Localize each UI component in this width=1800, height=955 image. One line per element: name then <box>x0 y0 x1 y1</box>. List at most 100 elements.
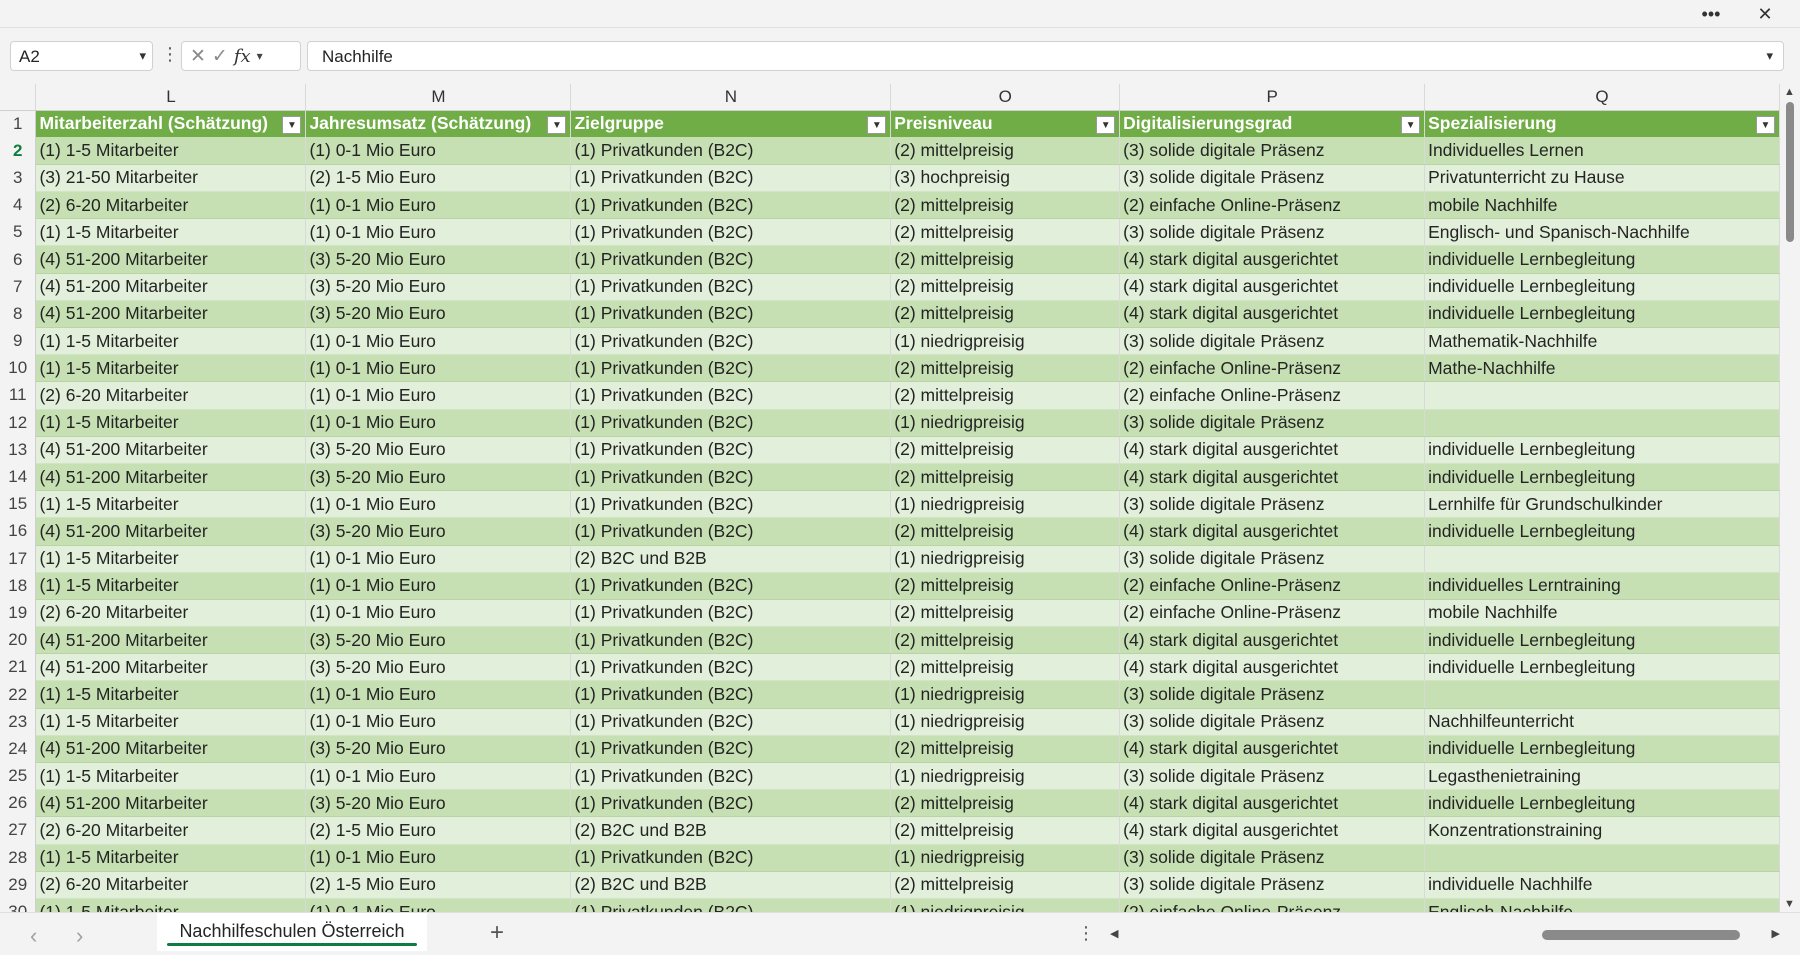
vertical-dots-icon[interactable]: ⋮ <box>1077 923 1095 944</box>
table-cell[interactable]: (3) solide digitale Präsenz <box>1119 137 1426 165</box>
table-cell[interactable]: (2) mittelpreisig <box>890 273 1121 301</box>
column-title-cell[interactable]: Preisniveau ▼ <box>890 110 1121 138</box>
table-cell[interactable]: (1) Privatkunden (B2C) <box>570 680 892 709</box>
table-cell[interactable]: (2) einfache Online-Präsenz <box>1119 354 1426 383</box>
row-number[interactable]: 26 <box>0 789 37 817</box>
table-cell[interactable]: (1) niedrigpreisig <box>890 762 1121 791</box>
close-icon[interactable]: ✕ <box>1745 0 1785 28</box>
column-title-cell[interactable]: Mitarbeiterzahl (Schätzung) ▼ <box>35 110 307 138</box>
table-cell[interactable]: (1) 0-1 Mio Euro <box>305 490 572 519</box>
formula-input[interactable]: Nachhilfe ▾ <box>307 41 1784 71</box>
table-cell[interactable]: (2) 6-20 Mitarbeiter <box>35 381 307 410</box>
table-cell[interactable]: (3) 5-20 Mio Euro <box>305 517 572 546</box>
row-number[interactable]: 15 <box>0 490 37 518</box>
row-number[interactable]: 30 <box>0 898 37 912</box>
row-number[interactable]: 8 <box>0 300 37 328</box>
row-number[interactable]: 17 <box>0 545 37 573</box>
table-cell[interactable]: (2) mittelpreisig <box>890 871 1121 899</box>
row-number[interactable]: 9 <box>0 327 37 355</box>
table-cell[interactable]: (1) 0-1 Mio Euro <box>305 327 572 356</box>
table-cell[interactable]: (4) 51-200 Mitarbeiter <box>35 789 307 818</box>
filter-dropdown-icon[interactable]: ▼ <box>867 115 887 134</box>
table-cell[interactable]: Privatunterricht zu Hause <box>1424 164 1780 193</box>
table-cell[interactable]: (2) einfache Online-Präsenz <box>1119 599 1426 628</box>
row-number[interactable]: 2 <box>0 137 37 165</box>
row-number[interactable]: 10 <box>0 354 37 382</box>
table-cell[interactable]: (1) Privatkunden (B2C) <box>570 708 892 736</box>
table-cell[interactable]: (3) solide digitale Präsenz <box>1119 218 1426 247</box>
sheet-tab-active[interactable]: Nachhilfeschulen Österreich <box>157 913 427 951</box>
table-cell[interactable]: individuelle Lernbegleitung <box>1424 653 1780 682</box>
table-cell[interactable]: (1) Privatkunden (B2C) <box>570 381 892 410</box>
table-cell[interactable]: (1) Privatkunden (B2C) <box>570 327 892 356</box>
table-cell[interactable]: (1) 1-5 Mitarbeiter <box>35 762 307 791</box>
table-cell[interactable]: (1) Privatkunden (B2C) <box>570 164 892 193</box>
table-cell[interactable]: (2) mittelpreisig <box>890 354 1121 383</box>
table-cell[interactable]: (1) 0-1 Mio Euro <box>305 545 572 573</box>
row-number[interactable]: 1 <box>0 110 37 138</box>
filter-dropdown-icon[interactable]: ▼ <box>1401 115 1421 134</box>
table-cell[interactable]: (3) 5-20 Mio Euro <box>305 436 572 464</box>
insert-function-icon[interactable]: fx <box>234 46 251 67</box>
table-cell[interactable] <box>1424 844 1780 872</box>
next-sheet-icon[interactable]: › <box>76 923 83 949</box>
more-options-icon[interactable]: ••• <box>1691 0 1731 28</box>
table-cell[interactable]: (2) B2C und B2B <box>570 816 892 845</box>
table-cell[interactable]: (4) 51-200 Mitarbeiter <box>35 300 307 329</box>
table-cell[interactable]: (2) 6-20 Mitarbeiter <box>35 816 307 845</box>
table-cell[interactable]: Individuelles Lernen <box>1424 137 1780 165</box>
table-cell[interactable]: (4) stark digital ausgerichtet <box>1119 463 1426 492</box>
table-cell[interactable]: (2) 1-5 Mio Euro <box>305 816 572 845</box>
table-cell[interactable]: (2) B2C und B2B <box>570 545 892 573</box>
chevron-down-icon[interactable]: ▾ <box>257 49 263 63</box>
table-cell[interactable]: (1) 0-1 Mio Euro <box>305 381 572 410</box>
table-cell[interactable]: (4) 51-200 Mitarbeiter <box>35 463 307 492</box>
table-cell[interactable]: (2) mittelpreisig <box>890 137 1121 165</box>
select-all-corner[interactable] <box>0 84 37 111</box>
table-cell[interactable]: (1) Privatkunden (B2C) <box>570 273 892 301</box>
vertical-dots-icon[interactable]: ⋮ <box>161 44 179 65</box>
filter-dropdown-icon[interactable]: ▼ <box>282 115 302 134</box>
table-cell[interactable]: individuelle Lernbegleitung <box>1424 245 1780 274</box>
table-cell[interactable]: (1) Privatkunden (B2C) <box>570 844 892 872</box>
table-cell[interactable]: (1) Privatkunden (B2C) <box>570 735 892 764</box>
table-cell[interactable]: (1) 1-5 Mitarbeiter <box>35 218 307 247</box>
table-cell[interactable]: (3) hochpreisig <box>890 164 1121 193</box>
table-cell[interactable]: (2) 6-20 Mitarbeiter <box>35 191 307 220</box>
table-cell[interactable]: (4) stark digital ausgerichtet <box>1119 436 1426 464</box>
row-number[interactable]: 23 <box>0 708 37 736</box>
table-cell[interactable]: (4) stark digital ausgerichtet <box>1119 789 1426 818</box>
column-title-cell[interactable]: Digitalisierungsgrad ▼ <box>1119 110 1426 138</box>
table-cell[interactable]: (2) 1-5 Mio Euro <box>305 164 572 193</box>
table-cell[interactable]: (3) 5-20 Mio Euro <box>305 789 572 818</box>
horizontal-scrollbar[interactable]: ◀ ▶ <box>1110 925 1780 945</box>
table-cell[interactable] <box>1424 680 1780 709</box>
table-cell[interactable]: (1) Privatkunden (B2C) <box>570 626 892 655</box>
table-cell[interactable]: Mathe-Nachhilfe <box>1424 354 1780 383</box>
table-cell[interactable]: (1) niedrigpreisig <box>890 490 1121 519</box>
table-cell[interactable]: (4) 51-200 Mitarbeiter <box>35 517 307 546</box>
table-cell[interactable]: (2) mittelpreisig <box>890 218 1121 247</box>
table-cell[interactable]: (4) 51-200 Mitarbeiter <box>35 436 307 464</box>
row-number[interactable]: 4 <box>0 191 37 219</box>
scroll-right-icon[interactable]: ▶ <box>1772 927 1780 940</box>
table-cell[interactable]: (1) 0-1 Mio Euro <box>305 599 572 628</box>
table-cell[interactable]: mobile Nachhilfe <box>1424 599 1780 628</box>
table-cell[interactable]: (1) 1-5 Mitarbeiter <box>35 490 307 519</box>
table-cell[interactable]: (4) stark digital ausgerichtet <box>1119 626 1426 655</box>
row-number[interactable]: 16 <box>0 517 37 545</box>
table-cell[interactable]: (1) 1-5 Mitarbeiter <box>35 137 307 165</box>
table-cell[interactable]: (1) 0-1 Mio Euro <box>305 898 572 912</box>
scroll-up-icon[interactable]: ▲ <box>1784 86 1795 98</box>
filter-dropdown-icon[interactable]: ▼ <box>1096 115 1116 134</box>
vertical-scroll-thumb[interactable] <box>1786 102 1794 242</box>
table-cell[interactable]: (3) 5-20 Mio Euro <box>305 463 572 492</box>
table-cell[interactable]: Legasthenietraining <box>1424 762 1780 791</box>
table-cell[interactable]: (1) 0-1 Mio Euro <box>305 137 572 165</box>
add-sheet-icon[interactable]: + <box>490 919 504 947</box>
table-cell[interactable]: (3) solide digitale Präsenz <box>1119 490 1426 519</box>
table-cell[interactable]: (2) mittelpreisig <box>890 300 1121 329</box>
table-cell[interactable]: (3) 21-50 Mitarbeiter <box>35 164 307 193</box>
scroll-left-icon[interactable]: ◀ <box>1110 927 1118 940</box>
table-cell[interactable]: (1) Privatkunden (B2C) <box>570 463 892 492</box>
